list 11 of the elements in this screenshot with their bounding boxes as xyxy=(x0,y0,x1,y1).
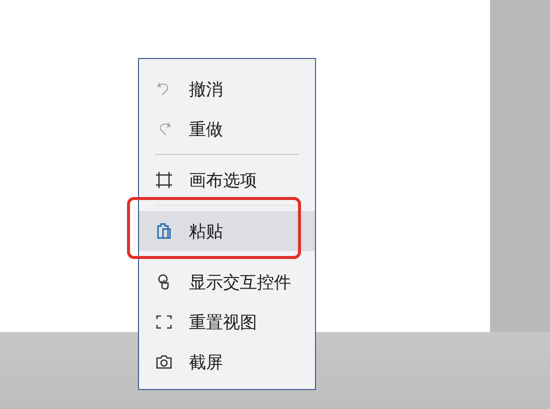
menu-item[interactable]: 粘贴 xyxy=(139,211,315,251)
menu-item[interactable]: 显示交互控件 xyxy=(139,262,315,302)
menu-item[interactable]: 画布选项 xyxy=(139,160,315,200)
menu-item[interactable]: 截屏 xyxy=(139,342,315,382)
clipboard-icon xyxy=(155,222,173,240)
menu-item[interactable]: 重置视图 xyxy=(139,302,315,342)
fullscreen-icon xyxy=(155,313,173,331)
menu-item[interactable]: 重做 xyxy=(139,109,315,149)
camera-icon xyxy=(155,353,173,371)
crop-frame-icon xyxy=(155,171,173,189)
menu-item[interactable]: 撤消 xyxy=(139,69,315,109)
